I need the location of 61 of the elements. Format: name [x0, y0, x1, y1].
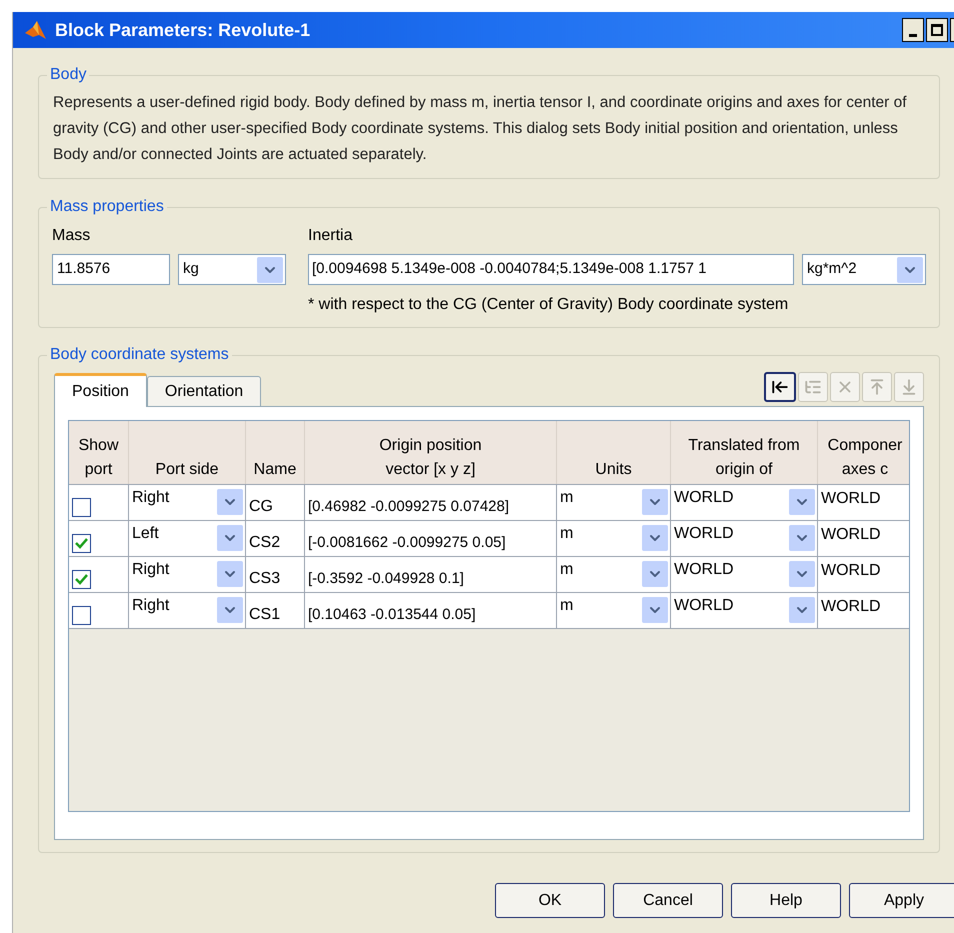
arrow-to-bar-icon: [771, 378, 789, 396]
app-logo-icon: [23, 19, 47, 41]
arrow-up-bar-icon: [868, 378, 886, 396]
cell-dropdown[interactable]: m: [557, 557, 670, 592]
dialog-button[interactable]: OK: [495, 883, 605, 918]
column-header[interactable]: Port side: [129, 421, 246, 484]
column-header[interactable]: Origin position vector [x y z]: [305, 421, 557, 484]
table-cell: [0.46982 -0.0099275 0.07428]: [308, 497, 510, 517]
table-cell: [0.10463 -0.013544 0.05]: [308, 605, 476, 625]
table-cell: CS2: [249, 533, 280, 553]
column-header[interactable]: Componer axes c: [818, 421, 909, 484]
minimize-button[interactable]: [902, 18, 924, 42]
cell-dropdown[interactable]: WORLD: [671, 557, 817, 592]
table-cell: [-0.3592 -0.049928 0.1]: [308, 569, 464, 589]
mass-field[interactable]: 11.8576: [52, 254, 170, 285]
maximize-button[interactable]: [926, 18, 948, 42]
table-cell: WORLD: [821, 526, 881, 543]
dialog-button[interactable]: Help: [731, 883, 841, 918]
inertia-field[interactable]: [0.0094698 5.1349e-008 -0.0040784;5.1349e-008 1.1757 1: [308, 254, 794, 285]
group-legend: Body: [47, 65, 90, 85]
inertia-units-dropdown[interactable]: kg*m^2: [802, 254, 926, 285]
mass-units-dropdown[interactable]: kg: [178, 254, 286, 285]
cell-dropdown[interactable]: Left: [129, 521, 245, 556]
column-header[interactable]: Translated from origin of: [671, 421, 818, 484]
table-cell: WORLD: [821, 490, 881, 507]
show-port-checkbox[interactable]: [72, 498, 91, 517]
table-cell: CG: [249, 497, 273, 517]
table-cell: WORLD: [821, 598, 881, 615]
inertia-label: Inertia: [308, 226, 354, 246]
tab[interactable]: Orientation: [146, 376, 262, 406]
column-header[interactable]: Show port: [69, 421, 129, 484]
steps-icon: [804, 378, 822, 396]
cell-dropdown[interactable]: WORLD: [671, 593, 817, 628]
cell-dropdown[interactable]: m: [557, 521, 670, 556]
window-title: Block Parameters: Revolute-1: [55, 18, 312, 42]
column-header[interactable]: Units: [557, 421, 671, 484]
cell-dropdown[interactable]: Right: [129, 485, 245, 520]
column-header[interactable]: Name: [246, 421, 305, 484]
table-cell: CS1: [249, 605, 280, 625]
show-port-checkbox[interactable]: [72, 570, 91, 589]
group-legend: Mass properties: [47, 197, 167, 217]
group-legend: Body coordinate systems: [47, 345, 232, 365]
show-port-checkbox[interactable]: [72, 606, 91, 625]
show-port-checkbox[interactable]: [72, 534, 91, 553]
cell-dropdown[interactable]: WORLD: [671, 485, 817, 520]
tab[interactable]: Position: [54, 373, 147, 407]
table-cell: [-0.0081662 -0.0099275 0.05]: [308, 533, 506, 553]
table-cell: CS3: [249, 569, 280, 589]
mass-label: Mass: [52, 226, 92, 246]
cell-dropdown[interactable]: Right: [129, 593, 245, 628]
dialog-button[interactable]: Cancel: [613, 883, 723, 918]
cell-dropdown[interactable]: Right: [129, 557, 245, 592]
add-row-button[interactable]: [764, 372, 796, 402]
cell-dropdown[interactable]: m: [557, 485, 670, 520]
table-cell: WORLD: [821, 562, 881, 579]
cell-dropdown[interactable]: WORLD: [671, 521, 817, 556]
arrow-down-bar-icon: [900, 378, 918, 396]
cell-dropdown[interactable]: m: [557, 593, 670, 628]
inertia-note: * with respect to the CG (Center of Gravity) Body coordinate system: [308, 295, 790, 315]
dialog-button[interactable]: Apply: [849, 883, 954, 918]
body-description: Represents a user-defined rigid body. Body defined by mass m, inertia tensor I, and coordinate origins and axes for center of gravity (CG) and other user-specified Body coordinate systems. This dialog sets Body initial position and orientation, unless Body and/or connected Joints are actuated separately.: [53, 93, 908, 165]
